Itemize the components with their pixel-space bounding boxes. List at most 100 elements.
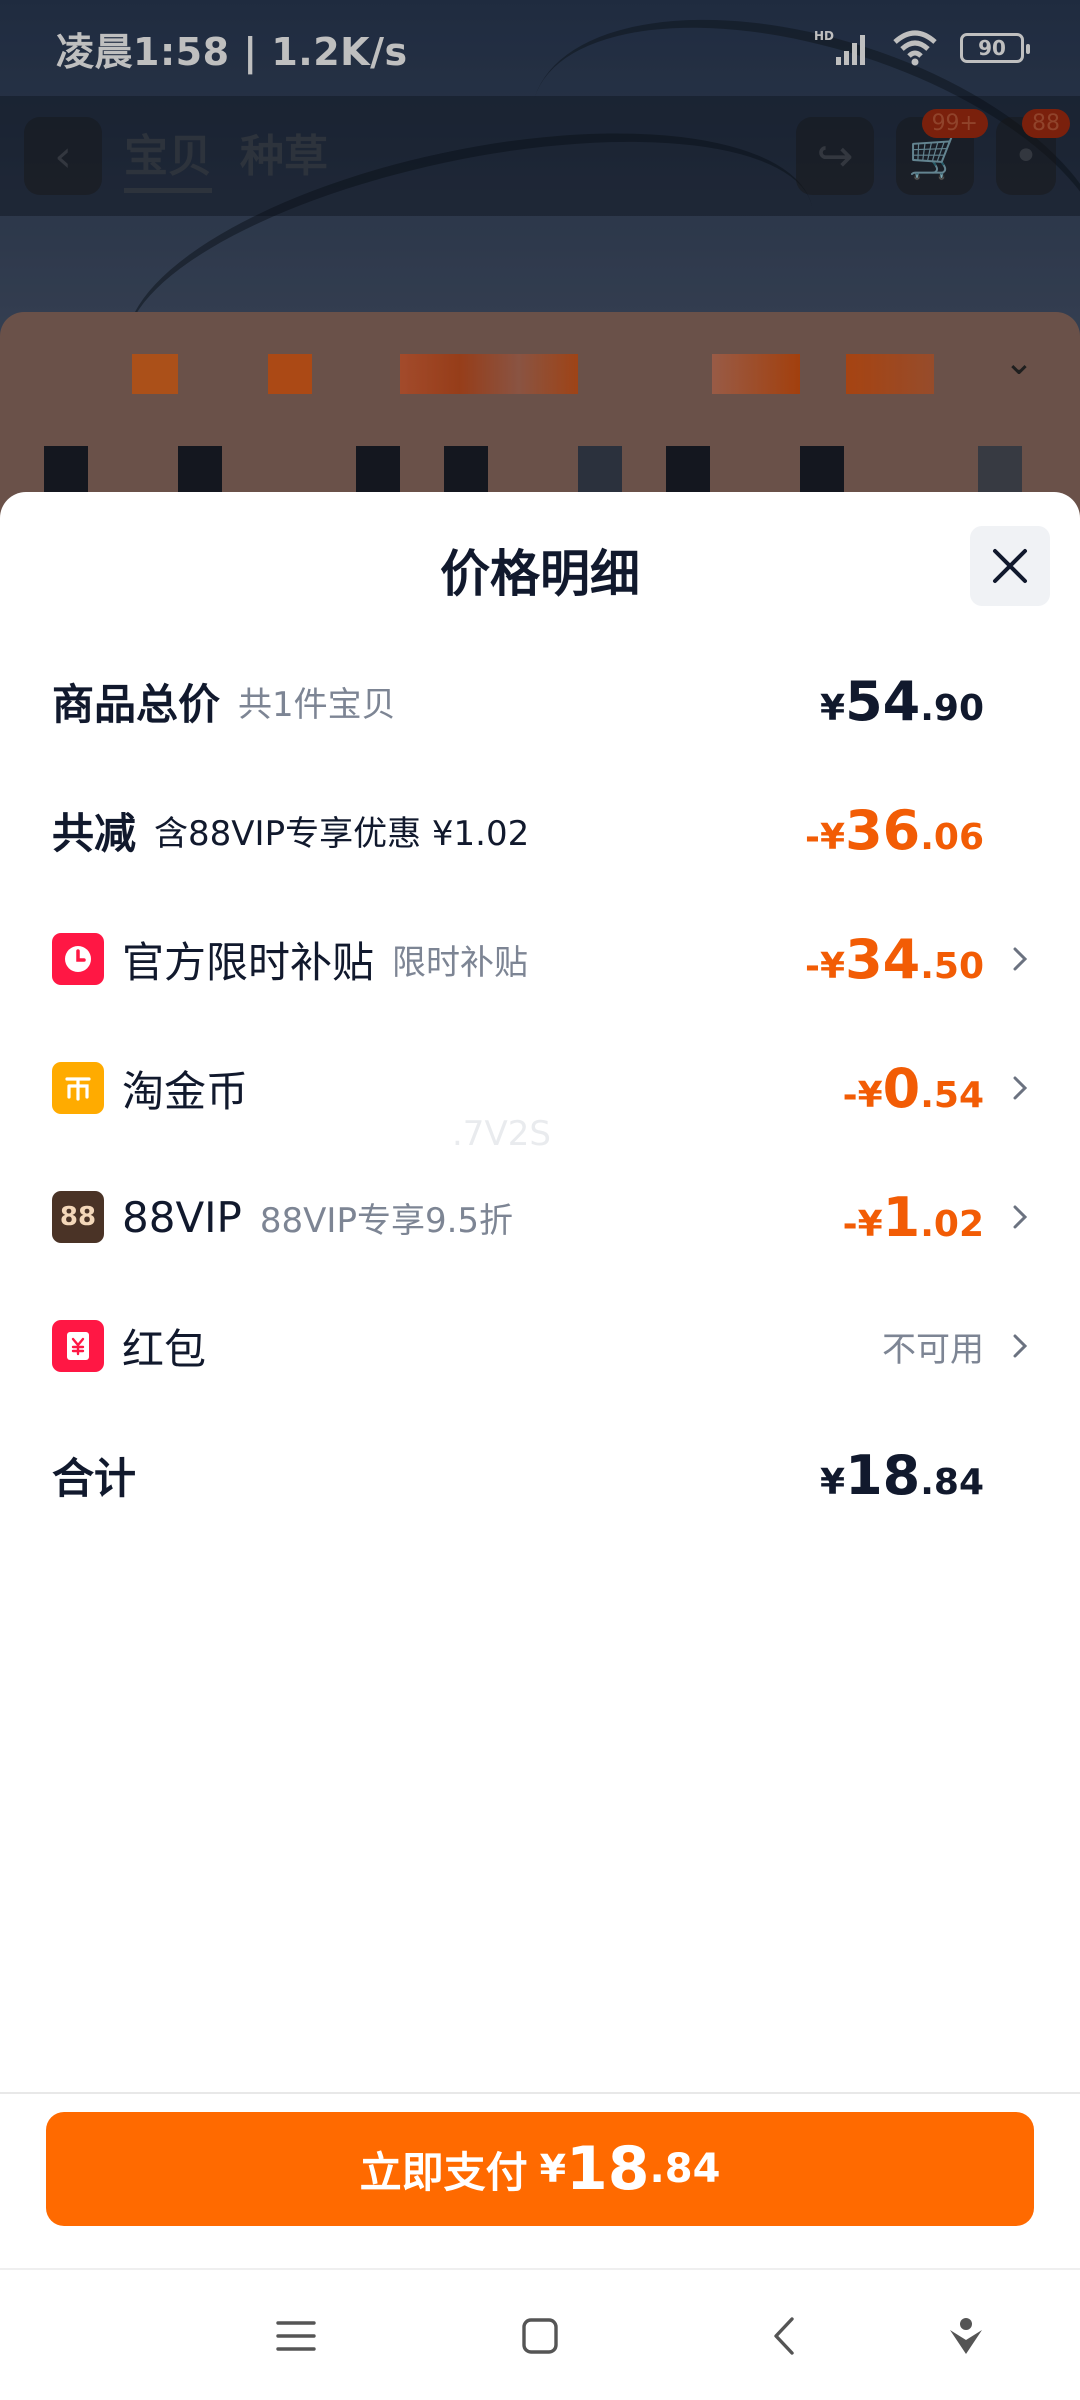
- row-value: ¥18.84: [820, 1444, 984, 1507]
- pay-now-button[interactable]: 立即支付 ¥18.84: [46, 2112, 1034, 2226]
- minus-sign: -: [805, 816, 820, 858]
- status-icons: HD 90: [814, 29, 1030, 67]
- cart-badge: 99+: [921, 109, 988, 138]
- wifi-icon: [893, 30, 937, 66]
- pay-label: 立即支付: [359, 2147, 528, 2197]
- divider: [0, 2092, 1080, 2094]
- value-decimal: .84: [920, 1461, 984, 1503]
- currency-symbol: ¥: [820, 1461, 846, 1503]
- unavailable-status: 不可用: [882, 1329, 984, 1370]
- row-label: 红包: [122, 1324, 207, 1374]
- currency-symbol: ¥: [539, 2147, 567, 2191]
- vip-icon: 88: [52, 1191, 104, 1243]
- row-sub: 含88VIP专享优惠 ¥1.02: [154, 813, 530, 854]
- message-badge: 88: [1022, 109, 1070, 138]
- value-decimal: .50: [920, 945, 984, 987]
- background-pixel: [846, 354, 934, 394]
- value-decimal: .54: [920, 1074, 984, 1116]
- row-official-subsidy[interactable]: 官方限时补贴 限时补贴 - ¥34.50: [52, 914, 1028, 1004]
- row-subtotal: 商品总价 共1件宝贝 ¥54.90: [52, 656, 1028, 746]
- background-pixel: [978, 446, 1022, 494]
- tab-baobei: 宝贝: [124, 120, 212, 193]
- collapse-icon: ⌄: [1003, 342, 1034, 383]
- share-icon: ↪: [796, 117, 874, 195]
- value-integer: 18: [845, 1443, 921, 1507]
- background-pixel: [178, 446, 222, 494]
- signal-icon: HD: [814, 29, 865, 65]
- tab-zhongcao: 种草: [240, 130, 328, 182]
- cart-icon: 🛒 99+: [896, 109, 988, 195]
- value-integer: 18: [566, 2134, 650, 2204]
- row-total: 合计 ¥18.84: [52, 1430, 1028, 1520]
- chevron-right-icon: [994, 1068, 1028, 1108]
- coin-icon: [52, 1062, 104, 1114]
- minus-sign: -: [805, 945, 820, 987]
- background-nav-actions: ↪ 🛒 99+ • 88: [796, 109, 1070, 195]
- row-label: 商品总价: [52, 679, 221, 729]
- clock-icon: [52, 933, 104, 985]
- background-pixel: [712, 354, 800, 394]
- assistant-icon[interactable]: [936, 2306, 996, 2366]
- minus-sign: -: [842, 1074, 858, 1116]
- background-pixel: [132, 354, 178, 394]
- row-total-discount: 共减 含88VIP专享优惠 ¥1.02 - ¥36.06: [52, 785, 1028, 875]
- home-icon[interactable]: [510, 2306, 570, 2366]
- status-bar: 凌晨1:58 | 1.2K/s HD 90: [0, 0, 1080, 96]
- row-sub: 88VIP专享9.5折: [259, 1200, 514, 1241]
- watermark: .7V2S: [452, 1114, 551, 1154]
- background-tabs: 宝贝 种草: [124, 120, 328, 193]
- message-icon: • 88: [996, 109, 1070, 195]
- row-value: ¥54.90: [820, 670, 984, 733]
- row-88vip[interactable]: 88 88VIP 88VIP专享9.5折 - ¥1.02: [52, 1172, 1028, 1262]
- value-decimal: .06: [920, 816, 984, 858]
- value-integer: 1: [882, 1185, 921, 1249]
- background-pixel: [400, 354, 578, 394]
- back-icon: ‹: [24, 117, 102, 195]
- row-sub: 限时补贴: [392, 942, 529, 983]
- background-nav-bar: ‹ 宝贝 种草 ↪ 🛒 99+ • 88: [0, 96, 1080, 216]
- value-decimal: .02: [920, 1203, 984, 1245]
- row-label: 88VIP: [122, 1192, 242, 1242]
- background-pixel: [578, 446, 622, 494]
- background-pixel: [444, 446, 488, 494]
- value-integer: 34: [845, 927, 921, 991]
- currency-symbol: ¥: [820, 816, 846, 858]
- row-value: - ¥0.54: [843, 1057, 984, 1120]
- row-value: - ¥1.02: [843, 1186, 984, 1249]
- chevron-right-icon: [994, 1197, 1028, 1237]
- back-icon[interactable]: [754, 2306, 814, 2366]
- minus-sign: -: [842, 1203, 858, 1245]
- close-icon: [993, 549, 1027, 583]
- chevron-right-icon: [994, 939, 1028, 979]
- currency-symbol: ¥: [820, 687, 846, 729]
- row-value: - ¥36.06: [805, 799, 984, 862]
- battery-icon: 90: [960, 33, 1030, 63]
- background-pixel: [800, 446, 844, 494]
- background-pixel: [666, 446, 710, 494]
- menu-icon[interactable]: [266, 2306, 326, 2366]
- row-sub: 共1件宝贝: [238, 684, 396, 725]
- row-red-packet[interactable]: 红包 不可用: [52, 1301, 1028, 1391]
- background-pixel: [268, 354, 312, 394]
- row-label: 共减: [52, 808, 137, 858]
- row-label: 官方限时补贴: [122, 937, 375, 987]
- currency-symbol: ¥: [857, 1203, 883, 1245]
- battery-level: 90: [978, 36, 1006, 60]
- status-time: 凌晨1:58 | 1.2K/s: [56, 29, 408, 74]
- close-button[interactable]: [970, 526, 1050, 606]
- value-integer: 0: [882, 1056, 921, 1120]
- value-decimal: .90: [920, 687, 984, 729]
- row-value: - ¥34.50: [805, 928, 984, 991]
- value-integer: 54: [845, 669, 921, 733]
- value-decimal: .84: [649, 2146, 721, 2192]
- background-pixel: [356, 446, 400, 494]
- svg-text:HD: HD: [814, 29, 834, 43]
- system-nav-bar: [0, 2270, 1080, 2400]
- background-pixel: [44, 446, 88, 494]
- row-label: 合计: [52, 1453, 137, 1503]
- chevron-right-icon: [994, 1326, 1028, 1366]
- row-label: 淘金币: [122, 1066, 249, 1116]
- sheet-title: 价格明细: [440, 545, 640, 603]
- value-integer: 36: [845, 798, 921, 862]
- currency-symbol: ¥: [820, 945, 846, 987]
